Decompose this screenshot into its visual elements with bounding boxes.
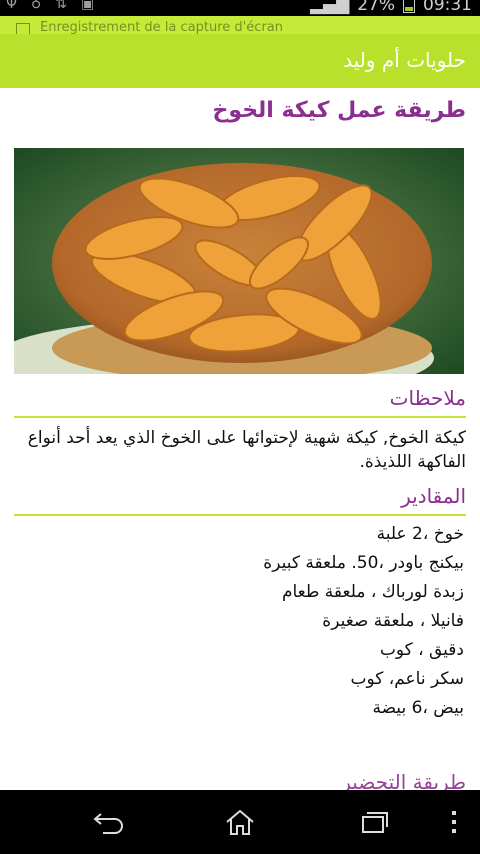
back-icon: [93, 813, 123, 834]
home-icon: [226, 809, 254, 835]
notification-strip: Enregistrement de la capture d'écran: [0, 16, 480, 34]
status-left-icons: Ψ ♁ ⇅ ▣: [6, 0, 94, 12]
home-button[interactable]: [222, 808, 258, 836]
preparation-heading: طريقة التحضير: [341, 770, 466, 790]
recipe-photo: [14, 148, 464, 374]
notification-text: Enregistrement de la capture d'écran: [40, 20, 283, 34]
recent-apps-icon: [362, 812, 388, 833]
back-button[interactable]: [90, 808, 126, 836]
system-nav-bar: [0, 790, 480, 854]
battery-icon: [403, 0, 415, 13]
overflow-menu-button[interactable]: [436, 808, 472, 836]
image-icon: ▣: [81, 0, 95, 12]
ingredients-list: خوخ ،2 علبة بيكنج باودر ،50. ملعقة كبيرة…: [263, 520, 464, 723]
ingredient-item: دقيق ، كوب: [379, 640, 464, 660]
battery-percent: 27%: [357, 0, 395, 15]
screenshot-notification-icon: [16, 23, 30, 34]
notes-divider: [14, 416, 466, 418]
ingredient-item: بيض ،6 بيضة: [372, 698, 464, 718]
ingredients-heading: المقادير: [401, 484, 466, 508]
overflow-menu-icon: [452, 811, 456, 833]
app-title: حلويات أم وليد: [343, 48, 466, 72]
notes-text: كيكة الخوخ, كيكة شهية لإحتوائها على الخو…: [27, 428, 466, 472]
signal-icon: ▂▄▆: [309, 0, 350, 15]
ingredient-item: سكر ناعم، كوب: [350, 669, 464, 689]
notes-heading: ملاحظات: [389, 386, 466, 410]
status-bar: Ψ ♁ ⇅ ▣ ▂▄▆ 27% 09:31: [0, 0, 480, 16]
clock: 09:31: [423, 0, 472, 15]
peach-cake-image: [14, 148, 464, 374]
article-content[interactable]: طريقة عمل كيكة الخوخ ملاحظات كيكة الخوخ,…: [0, 88, 480, 790]
article-title: طريقة عمل كيكة الخوخ: [212, 98, 466, 123]
recent-apps-button[interactable]: [356, 808, 392, 836]
status-right: ▂▄▆ 27% 09:31: [310, 0, 472, 15]
ingredient-item: فانيلا ، ملعقة صغيرة: [322, 611, 464, 631]
ingredients-divider: [14, 514, 466, 516]
wifi-data-icon: ⇅: [55, 0, 68, 12]
ingredient-item: زبدة لورباك ، ملعقة طعام: [281, 582, 464, 602]
location-icon: ♁: [31, 0, 42, 12]
ingredient-item: خوخ ،2 علبة: [376, 524, 464, 544]
ingredient-item: بيكنج باودر ،50. ملعقة كبيرة: [263, 553, 464, 573]
app-bar: حلويات أم وليد: [0, 34, 480, 88]
usb-icon: Ψ: [6, 0, 18, 12]
